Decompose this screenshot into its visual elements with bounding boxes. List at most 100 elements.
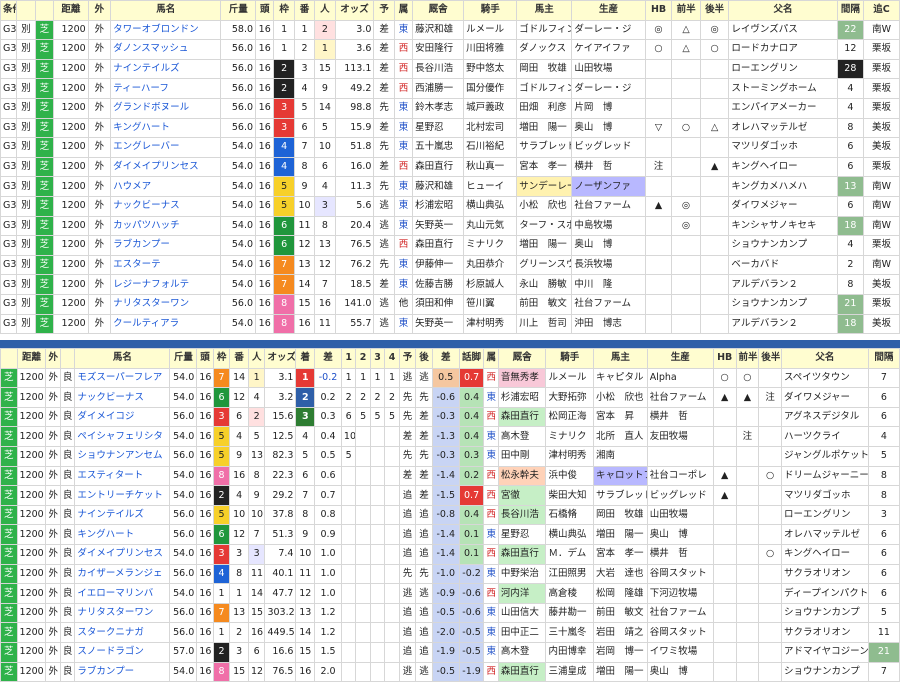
horse-name-link[interactable]: ラブカンプー	[110, 235, 222, 256]
horse-name-link[interactable]: レジーナフォルテ	[110, 274, 222, 295]
results-row[interactable]: 芝 1200 外良エントリーチケット 54.0 16 2 4 9 29.2 7 0.7 追差 -1.5 0…	[0, 485, 900, 506]
horse-name-link[interactable]: ナインテイルズ	[74, 504, 171, 526]
horse-name-link[interactable]: キングハート	[74, 524, 171, 546]
cell-dist: 1200	[16, 583, 47, 604]
horse-name-link[interactable]: ナリタスターワン	[110, 293, 222, 315]
cell-n: 16	[196, 563, 214, 585]
horse-name-link[interactable]: カッパツハッチ	[110, 215, 222, 237]
entries-row[interactable]: G3 別芝 1200 外ナックビーナス 54.0 16 5 10 3 5.6 逃東杉浦宏昭 横山典弘小…	[0, 195, 900, 217]
entries-row[interactable]: G3 別芝 1200 外ラブカンプー 54.0 16 6 12 13 76.5 逃西森田直行 ミナリク…	[0, 235, 900, 256]
cell-course: 外	[87, 19, 112, 41]
cell-kind: 別	[16, 254, 36, 276]
results-header-cell: 属	[483, 348, 499, 369]
cell-ban: 9	[293, 176, 316, 197]
cell-cls: G3	[0, 313, 18, 335]
horse-name-link[interactable]: カイザーメランジェ	[74, 563, 171, 585]
cell-zoku: 東	[393, 313, 414, 335]
cell-surf: 芝	[34, 19, 55, 41]
entries-row[interactable]: G3 別芝 1200 外グランドボヌール 56.0 16 3 5 14 98.8 先東鈴木孝志 城戸義…	[0, 97, 900, 119]
cell-kin: 58.0	[220, 19, 257, 41]
cell-zen	[735, 563, 760, 585]
entries-row[interactable]: G3 別芝 1200 外カッパツハッチ 54.0 16 6 11 8 20.4 逃東矢野英一 丸山元気…	[0, 215, 900, 237]
results-row[interactable]: 芝 1200 外良スノードラゴン 57.0 16 2 3 6 16.6 15 1.5 追追 -1.9 -0…	[0, 642, 900, 663]
horse-name-link[interactable]: ダノンスマッシュ	[110, 39, 222, 60]
results-row[interactable]: 芝 1200 外良ダイメイプリンセス 54.0 16 3 3 3 7.4 10 1.0 追追 -1.4 0…	[0, 544, 900, 565]
horse-name-link[interactable]: キングハート	[110, 117, 222, 139]
cell-kou	[699, 78, 730, 99]
entries-row[interactable]: G3 別芝 1200 外ナインテイルズ 56.0 16 2 3 15 113.1 差西長谷川浩 野中悠…	[0, 58, 900, 80]
horse-name-link[interactable]: ナリタスターワン	[74, 602, 171, 624]
horse-name-link[interactable]: スタークニナガ	[74, 622, 171, 643]
horse-name-link[interactable]: ティーハーフ	[110, 78, 222, 99]
cell-dist: 1200	[16, 602, 47, 624]
cell-hb	[644, 137, 673, 158]
cell-hb	[644, 58, 673, 80]
cell-c1	[340, 563, 357, 585]
cell-hb	[712, 642, 737, 663]
cell-c2	[355, 465, 371, 487]
cell-kan: 8	[836, 274, 865, 295]
cell-kin: 57.0	[169, 642, 198, 663]
entries-header-cell: 斤量	[220, 0, 257, 21]
horse-name-link[interactable]: ダイメイプリンセス	[74, 544, 171, 565]
cell-hb	[644, 313, 673, 335]
horse-name-link[interactable]: イエローマリンバ	[74, 583, 171, 604]
entries-row[interactable]: G3 別芝 1200 外ティーハーフ 56.0 16 2 4 9 49.2 差西西浦勝一 国分優作 ゴド…	[0, 78, 900, 99]
cell-jockey: 浜中俊	[545, 465, 594, 487]
entries-row[interactable]: G3 別芝 1200 外ダイメイプリンセス 54.0 16 4 8 6 16.0 差西森田直行 秋山真…	[0, 156, 900, 178]
cell-waku: 7	[273, 274, 295, 295]
entries-row[interactable]: G3 別芝 1200 外ハウメア 54.0 16 5 9 4 11.3 先東藤沢和雄 ヒューイ サンデー…	[0, 176, 900, 197]
entries-row[interactable]: G3 別芝 1200 外クールティアラ 54.0 16 8 16 11 55.7 逃東矢野英一 津村明…	[0, 313, 900, 335]
results-row[interactable]: 芝 1200 外良キングハート 56.0 16 6 12 7 51.3 9 0.9 追追 -1.4 0.1…	[0, 524, 900, 546]
cell-zen: ◎	[671, 195, 701, 217]
cell-hb	[712, 563, 737, 585]
horse-name-link[interactable]: エングレーバー	[110, 137, 222, 158]
cell-zen	[671, 176, 701, 197]
results-row[interactable]: 芝 1200 外良モズスーパーフレア 54.0 16 7 14 1 3.1 1 -0.2 1 1 1 1 逃逃…	[0, 367, 900, 389]
entries-header-cell: 追C	[863, 0, 900, 21]
cell-wa: 0.1	[458, 544, 485, 565]
horse-name-link[interactable]: ペイシャフェリシタ	[74, 426, 171, 448]
entries-row[interactable]: G3 別芝 1200 外エスターテ 54.0 16 7 13 12 76.2 先東伊藤伸一 丸田恭介グ…	[0, 254, 900, 276]
cell-kan: 6	[836, 137, 865, 158]
results-row[interactable]: 芝 1200 外良ダイメイコジ 56.0 16 3 6 2 15.6 3 0.3 6 5 5 5 先差 -0.3…	[0, 406, 900, 428]
horse-name-link[interactable]: グランドボヌール	[110, 97, 222, 119]
entries-row[interactable]: G3 別芝 1200 外ダノンスマッシュ 56.0 16 1 2 1 3.6 差西安田隆行 川田将雅ダ…	[0, 39, 900, 60]
horse-name-link[interactable]: タワーオブロンドン	[110, 19, 222, 41]
entries-row[interactable]: G3 別芝 1200 外ナリタスターワン 56.0 16 8 15 16 141.0 逃他須田和伸笹…	[0, 293, 900, 315]
horse-name-link[interactable]: ショウナンアンセム	[74, 446, 171, 467]
horse-name-link[interactable]: エントリーチケット	[74, 485, 171, 506]
entries-row[interactable]: G3 別芝 1200 外タワーオブロンドン 58.0 16 1 1 2 3.0 差東藤沢和雄 ルメール…	[0, 19, 900, 41]
results-row[interactable]: 芝 1200 外良ナックビーナス 54.0 16 6 12 4 3.2 2 0.2 2 2 2 2 先先 -0.…	[0, 387, 900, 408]
cell-c2	[355, 661, 371, 682]
horse-name-link[interactable]: ラブカンプー	[74, 661, 171, 682]
results-row[interactable]: 芝 1200 外良ラブカンプー 54.0 16 8 15 12 76.5 16 2.0 逃逃 -0.5-…	[0, 661, 900, 682]
horse-name-link[interactable]: ダイメイプリンセス	[110, 156, 222, 178]
horse-name-link[interactable]: ナックビーナス	[110, 195, 222, 217]
results-row[interactable]: 芝 1200 外良ペイシャフェリシタ 54.0 16 5 4 5 12.5 4 0.4 10 差差 -1.…	[0, 426, 900, 448]
results-row[interactable]: 芝 1200 外良ナインテイルズ 56.0 16 5 10 10 37.8 8 0.8 追追 -0.8 0…	[0, 504, 900, 526]
results-row[interactable]: 芝 1200 外良スタークニナガ 56.0 16 1 2 16 449.5 14 1.2 追追 -2.0…	[0, 622, 900, 643]
results-row[interactable]: 芝 1200 外良ナリタスターワン 56.0 16 7 13 15 303.2 13 1.2 追追 -0…	[0, 602, 900, 624]
horse-name-link[interactable]: エスティタート	[74, 465, 171, 487]
results-row[interactable]: 芝 1200 外良エスティタート 54.0 16 8 16 8 22.3 6 0.6 差差 -1.4 0.…	[0, 465, 900, 487]
results-row[interactable]: 芝 1200 外良カイザーメランジェ 56.0 16 4 8 11 40.1 11 1.0 先先 -1.…	[0, 563, 900, 585]
cell-owner: 大岩 達也	[592, 563, 648, 585]
horse-name-link[interactable]: スノードラゴン	[74, 642, 171, 663]
cell-c2	[355, 485, 371, 506]
cell-course: 外	[87, 97, 112, 119]
horse-name-link[interactable]: ナックビーナス	[74, 387, 171, 408]
entries-row[interactable]: G3 別芝 1200 外キングハート 56.0 16 3 6 5 15.9 差東星野忍 北村宏司 増田 …	[0, 117, 900, 139]
results-row[interactable]: 芝 1200 外良ショウナンアンセム 56.0 16 5 9 13 82.3 5 0.5 5 先先 -0.…	[0, 446, 900, 467]
horse-name-link[interactable]: エスターテ	[110, 254, 222, 276]
horse-name-link[interactable]: モズスーパーフレア	[74, 367, 171, 389]
results-row[interactable]: 芝 1200 外良イエローマリンバ 54.0 16 1 1 14 47.7 12 1.0 逃逃 -0.9…	[0, 583, 900, 604]
entries-row[interactable]: G3 別芝 1200 外レジーナフォルテ 54.0 16 7 14 7 18.5 差東佐藤吉勝 杉原誠…	[0, 274, 900, 295]
cell-track: 良	[59, 583, 76, 604]
horse-name-link[interactable]: クールティアラ	[110, 313, 222, 335]
entries-row[interactable]: G3 別芝 1200 外エングレーバー 54.0 16 4 7 10 51.8 先東五十嵐忠 石川裕紀…	[0, 137, 900, 158]
horse-name-link[interactable]: ハウメア	[110, 176, 222, 197]
cell-n: 16	[196, 622, 214, 643]
horse-name-link[interactable]: ダイメイコジ	[74, 406, 171, 428]
horse-name-link[interactable]: ナインテイルズ	[110, 58, 222, 80]
